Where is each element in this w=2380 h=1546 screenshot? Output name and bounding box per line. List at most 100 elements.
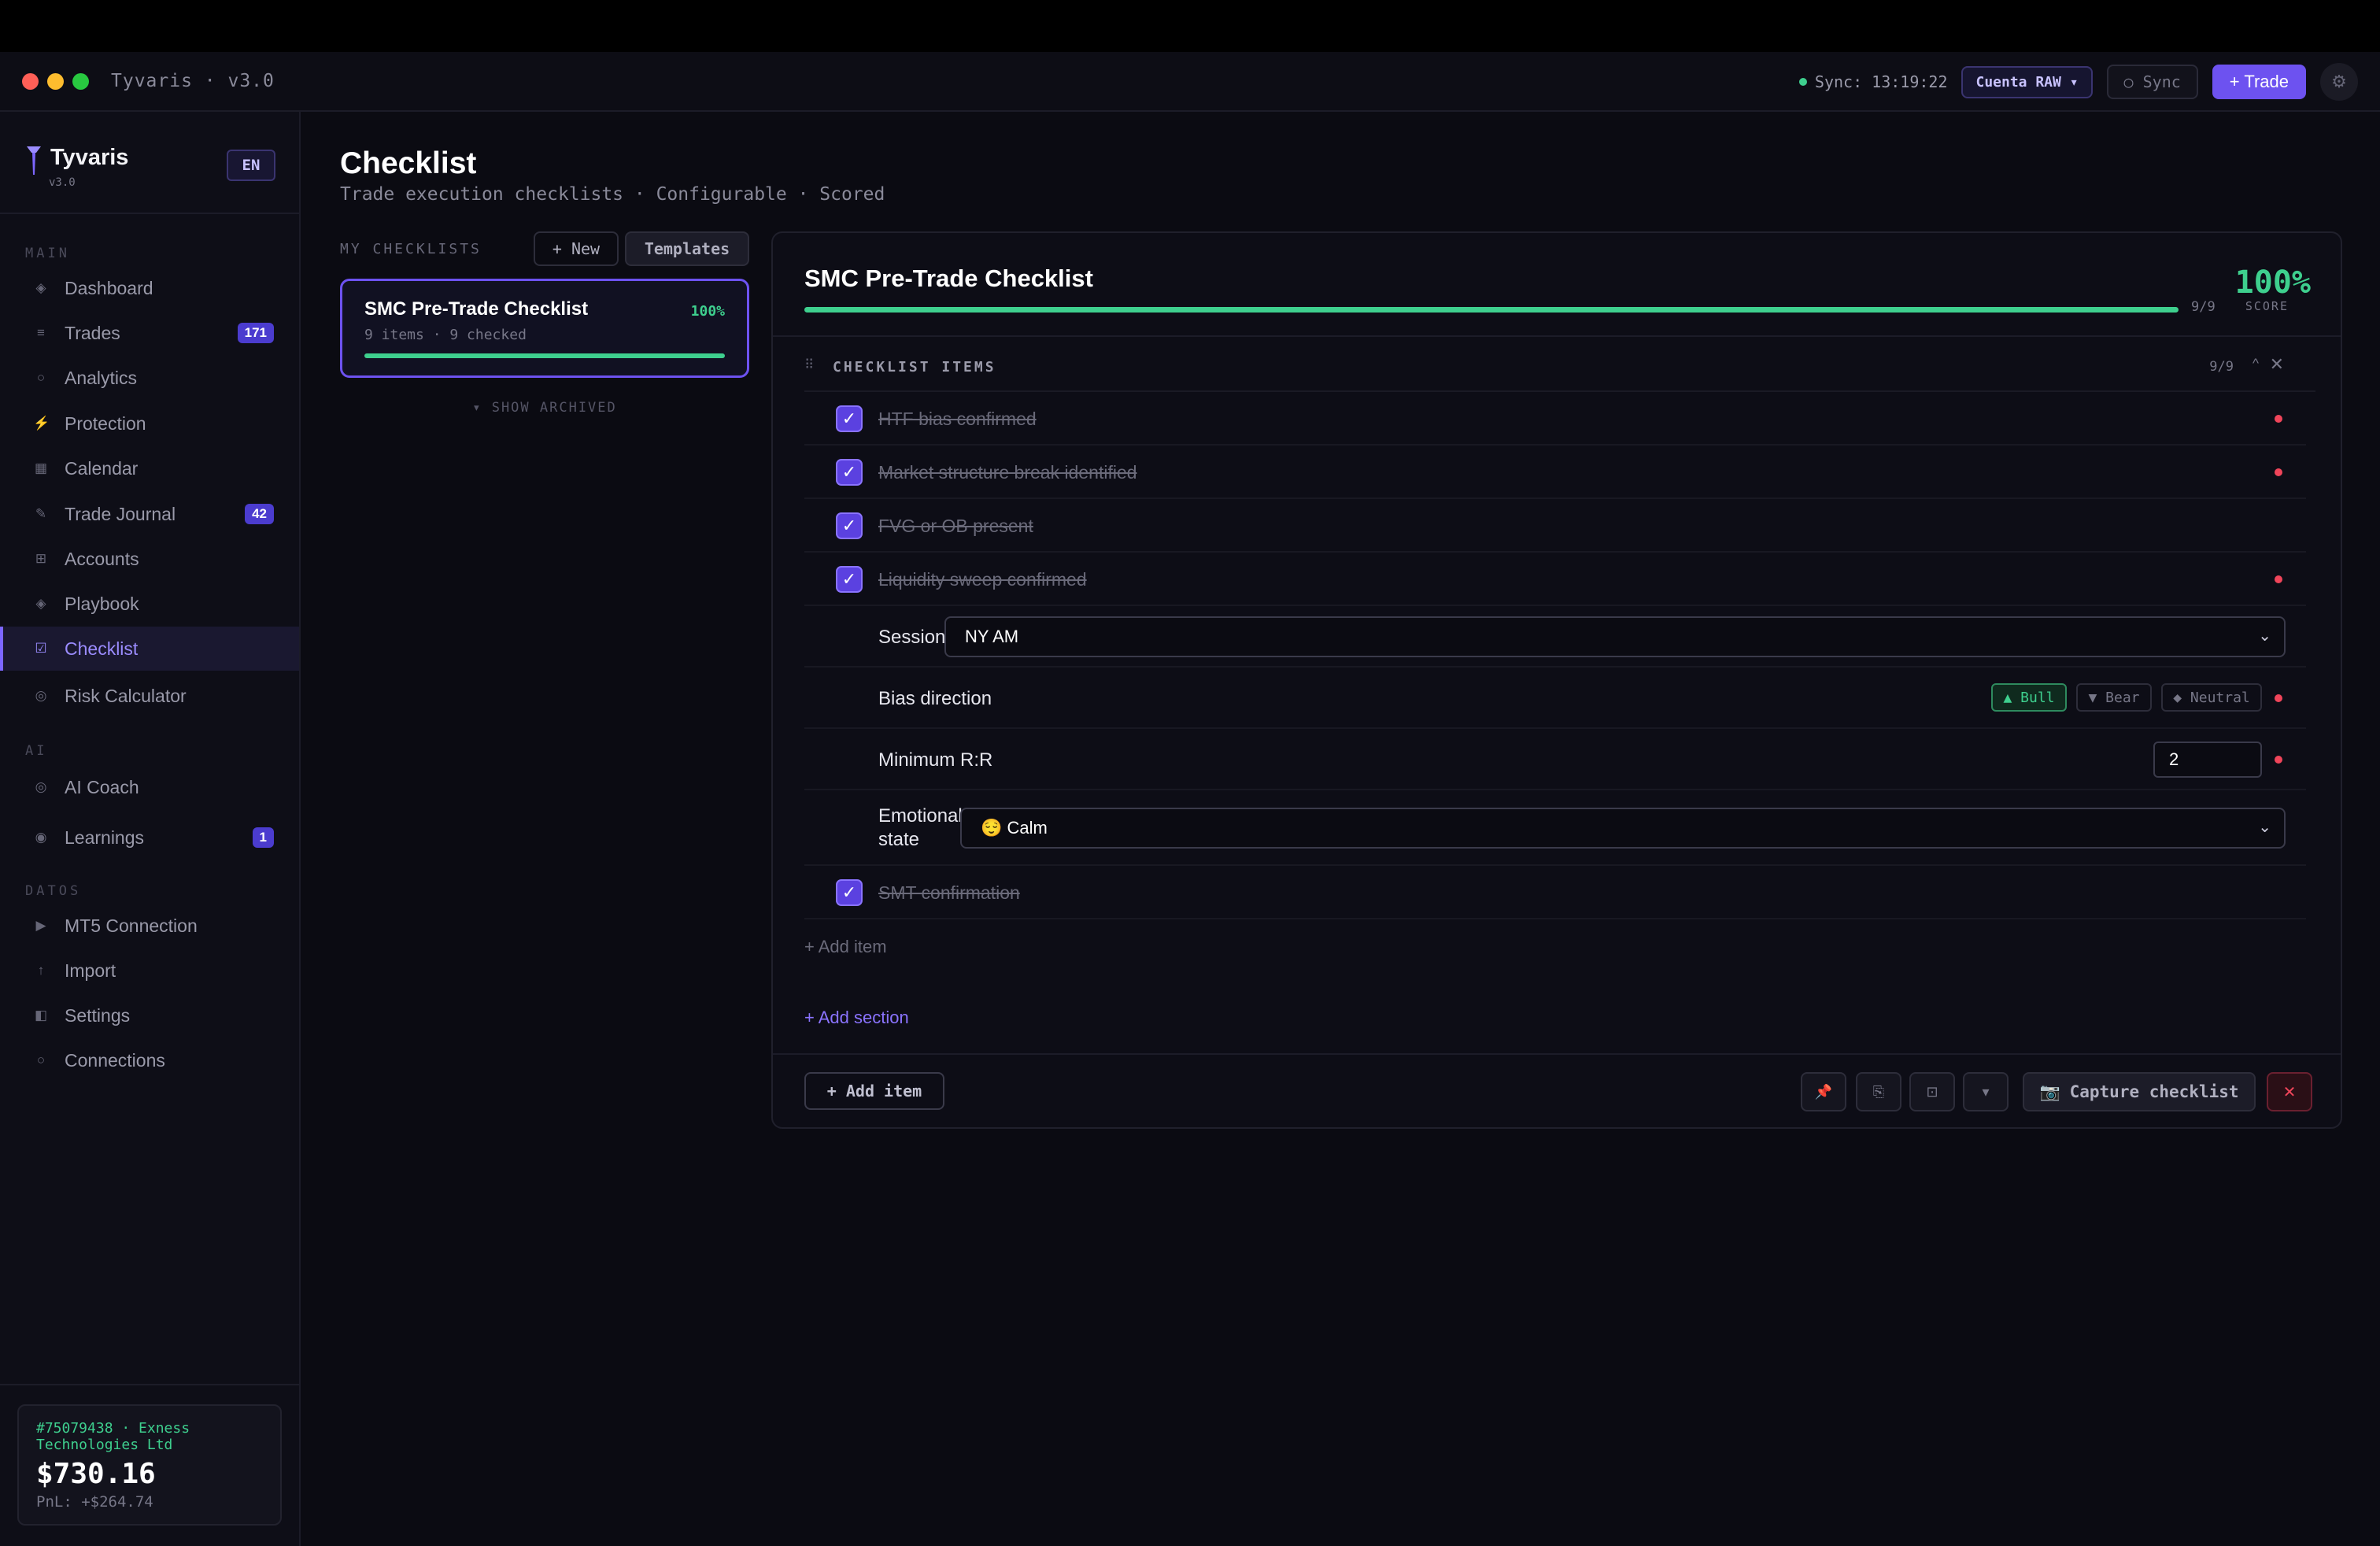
sidebar-item-trade-journal[interactable]: ✎ Trade Journal 42 — [0, 492, 299, 536]
add-item-link[interactable]: + Add item — [804, 937, 887, 957]
pin-icon[interactable]: 📌 — [1801, 1072, 1846, 1111]
sync-time: Sync: 13:19:22 — [1814, 72, 1948, 91]
checkbox-checked[interactable]: ✓ — [836, 405, 863, 432]
session-select[interactable]: NY AM ⌄ — [944, 616, 2286, 657]
close-window-button[interactable] — [22, 72, 39, 90]
section-label-main: MAIN — [25, 246, 70, 261]
checklist-item[interactable]: ✓ HTF bias confirmed — [804, 392, 2306, 446]
checklist-item[interactable]: ✓ Liquidity sweep confirmed — [804, 553, 2306, 606]
sidebar-item-checklist[interactable]: ☑ Checklist — [0, 627, 299, 671]
sidebar-item-protection[interactable]: ⚡ Protection — [0, 401, 299, 446]
sync-button[interactable]: ○ Sync — [2106, 65, 2198, 99]
account-card[interactable]: #75079438 · Exness Technologies Ltd $730… — [17, 1404, 282, 1526]
language-toggle[interactable]: EN — [227, 150, 275, 181]
camera-icon: 📷 — [2039, 1082, 2060, 1101]
count-badge: 171 — [237, 323, 274, 343]
new-checklist-button[interactable]: + New — [534, 231, 619, 266]
checklist-card-percent: 100% — [690, 303, 725, 320]
account-selector[interactable]: Cuenta RAW ▾ — [1961, 65, 2093, 98]
checklist-item-bias: Bias direction ▲ Bull ▼ Bear ◆ Neutral — [804, 668, 2306, 729]
checklist-score: 100% — [2234, 264, 2311, 301]
capture-checklist-button[interactable]: 📷 Capture checklist — [2023, 1072, 2256, 1111]
sidebar-item-label: Trades — [65, 322, 120, 343]
copy-icon[interactable]: ⎘ — [1856, 1072, 1901, 1111]
close-icon[interactable]: ✕ — [2270, 354, 2284, 375]
checklist-card-meta: 9 items · 9 checked — [364, 327, 527, 343]
analytics-icon: ○ — [36, 370, 46, 385]
sidebar-item-label: Import — [65, 960, 116, 981]
pencil-icon: ✎ — [35, 506, 47, 521]
checklist-progress-bar — [804, 307, 2179, 313]
sidebar-item-ai-coach[interactable]: ◎ AI Coach — [0, 765, 299, 809]
brand-version: v3.0 — [49, 176, 76, 189]
grid-icon[interactable]: ⊡ — [1909, 1072, 1955, 1111]
templates-button[interactable]: Templates — [625, 231, 749, 266]
sidebar-item-risk-calculator[interactable]: ◎ Risk Calculator — [0, 674, 299, 718]
item-label: FVG or OB present — [878, 516, 1033, 536]
bias-neutral-button[interactable]: ◆ Neutral — [2161, 683, 2262, 712]
checkbox-checked[interactable]: ✓ — [836, 512, 863, 539]
close-icon[interactable]: ✕ — [2267, 1072, 2312, 1111]
checklist-icon: ☑ — [35, 641, 47, 656]
drag-handle-icon[interactable]: ⠿ — [804, 357, 814, 373]
sidebar-item-playbook[interactable]: ◈ Playbook — [0, 582, 299, 626]
checklist-title: SMC Pre-Trade Checklist — [804, 264, 1093, 292]
checkbox-checked[interactable]: ✓ — [836, 879, 863, 906]
checkbox-checked[interactable]: ✓ — [836, 459, 863, 486]
sync-status-dot — [1798, 78, 1807, 86]
bias-bear-button[interactable]: ▼ Bear — [2076, 683, 2152, 712]
checkbox-checked[interactable]: ✓ — [836, 566, 863, 593]
settings-icon: ◧ — [34, 1008, 48, 1023]
window-controls — [22, 72, 89, 90]
playbook-icon: ◈ — [35, 596, 46, 611]
add-item-button[interactable]: + Add item — [804, 1072, 944, 1110]
min-rr-input[interactable]: 2 — [2153, 742, 2262, 778]
page-subtitle: Trade execution checklists · Configurabl… — [340, 184, 885, 205]
chevron-down-icon: ⌄ — [2258, 819, 2271, 836]
divider — [0, 1384, 299, 1385]
sidebar-item-label: Dashboard — [65, 277, 153, 298]
required-dot — [2275, 694, 2282, 702]
sidebar-item-calendar[interactable]: ▦ Calendar — [0, 446, 299, 490]
checklist-item[interactable]: ✓ Market structure break identified — [804, 446, 2306, 499]
show-archived-toggle[interactable]: ▾ SHOW ARCHIVED — [340, 400, 749, 416]
checklist-item[interactable]: ✓ SMT confirmation — [804, 866, 2306, 919]
sidebar-item-learnings[interactable]: ◉ Learnings 1 — [0, 816, 299, 860]
account-id: #75079438 · Exness Technologies Ltd — [36, 1420, 190, 1453]
upload-icon: ↑ — [37, 963, 45, 978]
sidebar-item-connections[interactable]: ○ Connections — [0, 1038, 299, 1082]
sidebar-item-dashboard[interactable]: ◈ Dashboard — [0, 266, 299, 310]
checklist-card[interactable]: SMC Pre-Trade Checklist 9 items · 9 chec… — [340, 279, 749, 378]
titlebar-actions: Sync: 13:19:22 Cuenta RAW ▾ ○ Sync + Tra… — [1798, 63, 2358, 101]
progress-fill — [804, 307, 2179, 313]
bias-bull-button[interactable]: ▲ Bull — [1991, 683, 2067, 712]
sidebar-item-settings[interactable]: ◧ Settings — [0, 993, 299, 1037]
accounts-icon: ⊞ — [35, 551, 47, 566]
sidebar-item-import[interactable]: ↑ Import — [0, 949, 299, 993]
sidebar-item-label: Protection — [65, 412, 146, 434]
item-label: Session — [878, 627, 946, 648]
sidebar-item-label: Connections — [65, 1049, 165, 1071]
item-label: Minimum R:R — [878, 749, 993, 771]
count-badge: 42 — [245, 504, 274, 524]
top-strip — [0, 0, 2380, 52]
emotional-state-select[interactable]: 😌 Calm ⌄ — [960, 808, 2286, 849]
target-icon: ◎ — [35, 688, 47, 703]
gear-icon[interactable]: ⚙ — [2320, 63, 2358, 101]
sidebar-item-trades[interactable]: ≡ Trades 171 — [0, 311, 299, 355]
sidebar-item-analytics[interactable]: ○ Analytics — [0, 356, 299, 400]
minimize-window-button[interactable] — [47, 72, 64, 90]
collapse-icon[interactable]: ^ — [2252, 356, 2259, 372]
required-dot — [2275, 415, 2282, 423]
new-trade-button[interactable]: + Trade — [2212, 65, 2306, 99]
learnings-icon: ◉ — [35, 830, 47, 845]
chevron-down-icon[interactable]: ▾ — [1963, 1072, 2009, 1111]
sidebar-item-mt5-connection[interactable]: ▶ MT5 Connection — [0, 904, 299, 948]
brand[interactable]: Tyvaris v3.0 — [25, 145, 128, 189]
checklist-item[interactable]: ✓ FVG or OB present — [804, 499, 2306, 553]
maximize-window-button[interactable] — [72, 72, 89, 90]
item-label: Emotional state — [878, 805, 963, 850]
sidebar-item-accounts[interactable]: ⊞ Accounts — [0, 537, 299, 581]
lightning-icon: ⚡ — [33, 416, 50, 431]
add-section-link[interactable]: + Add section — [804, 1008, 909, 1028]
